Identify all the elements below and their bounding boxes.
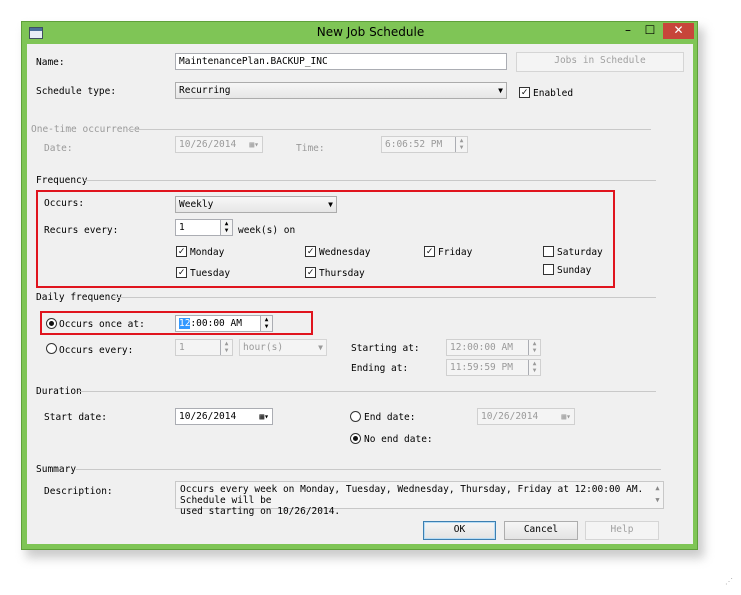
calendar-icon: ▦▾ (249, 140, 259, 149)
enabled-label: Enabled (533, 88, 574, 99)
occurs-every-label: Occurs every: (59, 345, 134, 356)
frequency-highlight-box (36, 190, 615, 288)
starting-at-field[interactable]: 12:00:00 AM ▲ ▼ (446, 339, 541, 356)
duration-divider (78, 391, 656, 392)
occurs-every-unit-dropdown[interactable]: hour(s) ▼ (239, 339, 327, 356)
occurs-every-radio[interactable] (46, 343, 57, 354)
enabled-checkbox[interactable]: ✓ (519, 87, 530, 98)
spinner-icon[interactable]: ▲ ▼ (528, 360, 540, 375)
maximize-button[interactable]: ☐ (640, 23, 660, 39)
end-date-field[interactable]: 10/26/2014 ▦▾ (477, 408, 575, 425)
one-time-date-field[interactable]: 10/26/2014 ▦▾ (175, 136, 263, 153)
calendar-icon: ▦▾ (561, 412, 571, 421)
summary-heading: Summary (36, 464, 77, 475)
one-time-heading: One-time occurrence (31, 124, 140, 135)
time-label: Time: (296, 143, 325, 154)
spinner-icon[interactable]: ▲ ▼ (528, 340, 540, 355)
chevron-down-icon: ▼ (318, 343, 323, 352)
daily-frequency-heading: Daily frequency (36, 292, 122, 303)
one-time-divider (126, 129, 651, 130)
spinner-icon[interactable]: ▲ ▼ (455, 137, 467, 152)
starting-at-label: Starting at: (351, 343, 420, 354)
summary-divider (76, 469, 661, 470)
description-line-2: used starting on 10/26/2014. (180, 506, 341, 517)
name-field[interactable]: MaintenancePlan.BACKUP_INC (175, 53, 507, 70)
ending-at-label: Ending at: (351, 363, 409, 374)
spinner-icon[interactable]: ▲ ▼ (220, 340, 232, 355)
schedule-type-dropdown[interactable]: Recurring ▼ (175, 82, 507, 99)
schedule-type-label: Schedule type: (36, 86, 117, 97)
start-date-label: Start date: (44, 412, 107, 423)
one-time-date-value: 10/26/2014 (179, 139, 237, 150)
duration-heading: Duration (36, 386, 82, 397)
minimize-button[interactable]: – (618, 23, 638, 39)
end-date-radio[interactable] (350, 411, 361, 422)
start-date-value: 10/26/2014 (179, 411, 237, 422)
occurs-every-unit-value: hour(s) (243, 342, 284, 353)
one-time-time-field[interactable]: 6:06:52 PM ▲ ▼ (381, 136, 468, 153)
description-label: Description: (44, 486, 113, 497)
jobs-in-schedule-button[interactable]: Jobs in Schedule (516, 52, 684, 72)
start-date-field[interactable]: 10/26/2014 ▦▾ (175, 408, 273, 425)
calendar-icon[interactable]: ▦▾ (259, 410, 269, 423)
date-label: Date: (44, 143, 73, 154)
occurs-every-value: 1 (179, 342, 185, 353)
description-textarea[interactable]: Occurs every week on Monday, Tuesday, We… (175, 481, 664, 517)
help-button[interactable]: Help (585, 521, 659, 540)
description-line-1: Occurs every week on Monday, Tuesday, We… (180, 484, 644, 506)
daily-frequency-divider (113, 297, 656, 298)
close-button[interactable]: ✕ (663, 23, 694, 39)
description-scrollbar[interactable]: ▲ ▼ (652, 482, 663, 508)
one-time-time-value: 6:06:52 PM (385, 139, 443, 150)
occurs-every-stepper[interactable]: 1 ▲ ▼ (175, 339, 233, 356)
name-label: Name: (36, 57, 65, 68)
end-date-label: End date: (364, 412, 416, 423)
schedule-type-value: Recurring (179, 85, 231, 96)
frequency-divider (84, 180, 656, 181)
starting-at-value: 12:00:00 AM (450, 342, 513, 353)
occurs-once-highlight-box (40, 311, 313, 335)
ending-at-field[interactable]: 11:59:59 PM ▲ ▼ (446, 359, 541, 376)
ok-button[interactable]: OK (423, 521, 496, 540)
chevron-down-icon: ▼ (498, 86, 503, 95)
no-end-date-label: No end date: (364, 434, 433, 445)
no-end-date-radio[interactable] (350, 433, 361, 444)
frequency-heading: Frequency (36, 175, 88, 186)
resize-grip-icon[interactable]: ⋰ (725, 577, 733, 586)
cancel-button[interactable]: Cancel (504, 521, 578, 540)
end-date-value: 10/26/2014 (481, 411, 539, 422)
ending-at-value: 11:59:59 PM (450, 362, 513, 373)
